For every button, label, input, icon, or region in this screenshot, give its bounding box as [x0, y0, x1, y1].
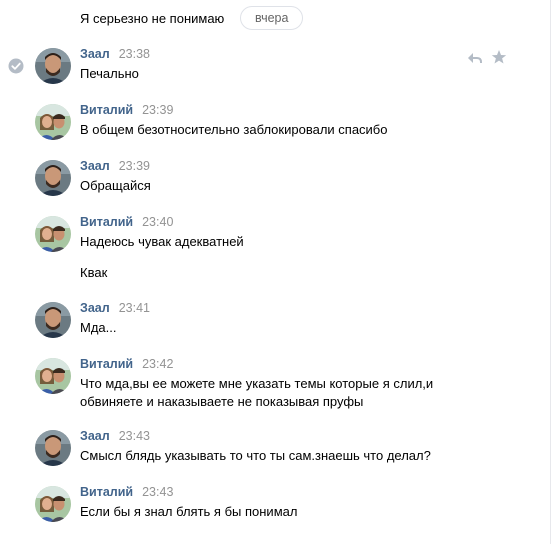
author-name[interactable]: Заал	[80, 159, 110, 173]
message-time[interactable]: 23:40	[142, 215, 173, 229]
message-text: Мда...	[80, 320, 117, 335]
message-time[interactable]: 23:39	[119, 159, 150, 173]
message-text: Смысл блядь указывать то что ты сам.знае…	[80, 448, 431, 463]
message-time[interactable]: 23:41	[119, 301, 150, 315]
message-header: Виталий 23:39	[80, 102, 173, 118]
author-name[interactable]: Заал	[80, 47, 110, 61]
avatar[interactable]	[35, 430, 71, 466]
message-time[interactable]: 23:42	[142, 357, 173, 371]
message-text: Надеюсь чувак адекватней	[80, 234, 244, 249]
author-name[interactable]: Виталий	[80, 103, 133, 117]
avatar[interactable]	[35, 160, 71, 196]
previous-message-text: Я серьезно не понимаю	[80, 11, 225, 26]
message-text: Если бы я знал блять я бы понимал	[80, 504, 298, 519]
message-time[interactable]: 23:43	[142, 485, 173, 499]
message-header: Виталий 23:43	[80, 484, 173, 500]
message-time[interactable]: 23:43	[119, 429, 150, 443]
message-text: В общем безотносительно заблокировали сп…	[80, 122, 388, 137]
message-text: Что мда,вы ее можете мне указать темы ко…	[80, 376, 434, 409]
author-name[interactable]: Заал	[80, 301, 110, 315]
message-header: Виталий 23:42	[80, 356, 173, 372]
message-text: Обращайся	[80, 178, 151, 193]
avatar[interactable]	[35, 358, 71, 394]
message-text: Квак	[80, 265, 108, 280]
author-name[interactable]: Заал	[80, 429, 110, 443]
message-header: Заал 23:43	[80, 428, 150, 444]
date-separator[interactable]: вчера	[240, 6, 304, 30]
star-icon[interactable]	[491, 49, 507, 65]
reply-icon[interactable]	[466, 50, 484, 66]
author-name[interactable]: Виталий	[80, 215, 133, 229]
author-name[interactable]: Виталий	[80, 485, 133, 499]
avatar[interactable]	[35, 48, 71, 84]
check-circle-icon	[8, 58, 24, 74]
avatar[interactable]	[35, 216, 71, 252]
avatar[interactable]	[35, 104, 71, 140]
message-header: Виталий 23:40	[80, 214, 173, 230]
avatar[interactable]	[35, 302, 71, 338]
message-text: Печально	[80, 66, 139, 81]
message-time[interactable]: 23:38	[119, 47, 150, 61]
message-time[interactable]: 23:39	[142, 103, 173, 117]
message-header: Заал 23:41	[80, 300, 150, 316]
message-header: Заал 23:39	[80, 158, 150, 174]
author-name[interactable]: Виталий	[80, 357, 133, 371]
avatar[interactable]	[35, 486, 71, 522]
message-header: Заал 23:38	[80, 46, 150, 62]
